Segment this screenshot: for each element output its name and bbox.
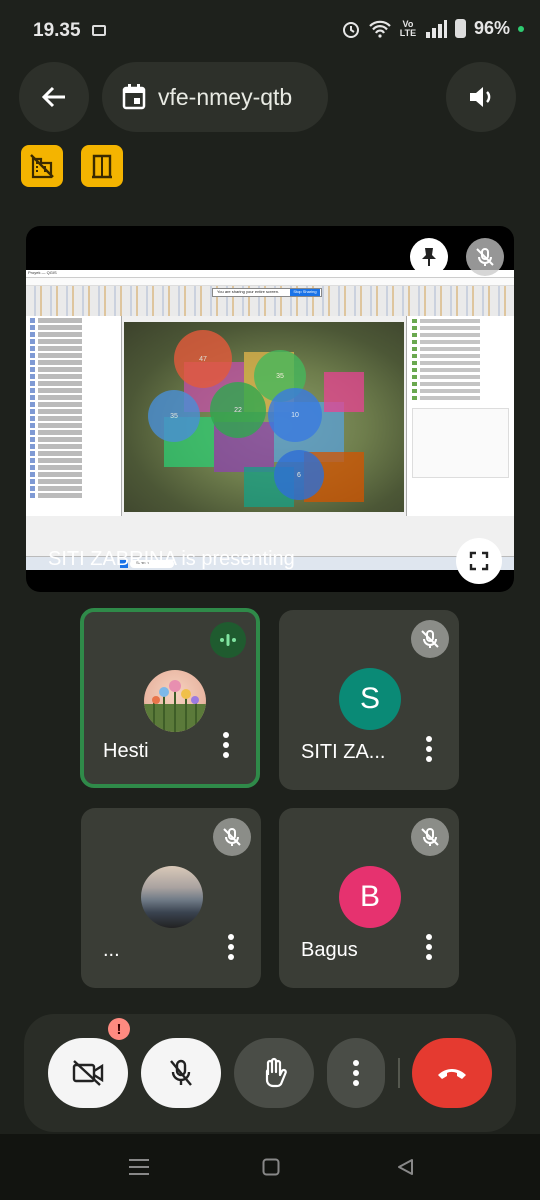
signal-icon [425, 19, 447, 38]
presenter-muted-indicator [466, 238, 504, 276]
mic-off-icon [421, 630, 439, 648]
avatar: B [339, 866, 401, 928]
pin-button[interactable] [410, 238, 448, 276]
map-label-1: 47 [199, 355, 207, 363]
mic-off-icon [170, 1059, 192, 1086]
participant-tile-3[interactable]: ... [81, 808, 261, 988]
back-button[interactable] [19, 62, 89, 132]
presenter-label: SITI ZABRINA is presenting [48, 548, 295, 570]
camera-toggle-button[interactable] [48, 1038, 128, 1108]
map-label-3: 22 [234, 406, 242, 414]
wifi-icon [369, 20, 391, 38]
battery-icon [454, 19, 466, 38]
avatar [144, 670, 206, 732]
map-label-6: 6 [297, 471, 301, 479]
raise-hand-button[interactable] [234, 1038, 314, 1108]
more-options-button[interactable] [222, 731, 230, 764]
system-back-button[interactable] [396, 1158, 414, 1181]
flower-avatar-image [144, 680, 206, 732]
pin-icon [422, 248, 436, 266]
end-call-button[interactable] [412, 1038, 492, 1108]
more-options-button[interactable] [425, 735, 433, 768]
mic-off-icon [223, 828, 241, 846]
more-options-button[interactable] [227, 933, 235, 966]
more-options-button[interactable] [425, 933, 433, 966]
building-off-icon [30, 154, 54, 179]
map-label-4: 35 [170, 412, 178, 420]
map-label-5: 10 [291, 411, 299, 419]
more-vert-icon [426, 736, 432, 762]
participant-name: Hesti [103, 740, 149, 762]
avatar [141, 866, 203, 928]
camera-alert-badge: ! [108, 1018, 130, 1040]
meeting-code: vfe-nmey-qtb [158, 83, 293, 110]
qgis-processing-toolbox [406, 316, 514, 516]
alarm-icon [342, 21, 359, 38]
more-vert-icon [223, 732, 229, 758]
speaker-icon [470, 87, 491, 107]
audio-output-button[interactable] [446, 62, 516, 132]
audio-level-icon [220, 634, 236, 646]
mic-off-icon [476, 248, 494, 266]
muted-indicator [411, 818, 449, 856]
presentation-tile[interactable]: Proyek — QGIS You are sharing your entir… [26, 226, 514, 592]
recent-apps-button[interactable] [128, 1158, 150, 1181]
meeting-top-bar: vfe-nmey-qtb [0, 62, 540, 132]
more-vert-icon [353, 1060, 359, 1086]
shared-screen: Proyek — QGIS You are sharing your entir… [26, 270, 514, 570]
home-icon [262, 1158, 280, 1176]
back-triangle-icon [398, 1159, 413, 1175]
hang-up-icon [438, 1069, 466, 1079]
call-controls: ! [24, 1014, 516, 1132]
no-companion-mode-button[interactable] [21, 145, 63, 187]
map-label-2: 35 [276, 372, 284, 380]
mic-toggle-button[interactable] [141, 1038, 221, 1108]
controls-divider [398, 1058, 400, 1088]
more-vert-icon [228, 934, 234, 960]
participant-tile-2[interactable]: S SITI ZA... [279, 610, 459, 790]
participant-tile-1[interactable]: Hesti [80, 608, 260, 788]
room-status-button[interactable] [81, 145, 123, 187]
avatar: S [339, 668, 401, 730]
status-bar: 19.35 Vo LTE 96% [0, 0, 540, 60]
qgis-map-canvas: 47 35 22 35 10 6 [124, 322, 404, 512]
door-icon [92, 154, 112, 179]
screen-cast-icon [92, 25, 106, 36]
calendar-icon [122, 84, 146, 110]
status-icons: Vo LTE 96% [341, 18, 524, 39]
participant-name: ... [103, 939, 120, 961]
arrow-left-icon [41, 86, 65, 108]
speaking-indicator [210, 622, 246, 658]
status-time: 19.35 [33, 20, 81, 41]
recents-icon [129, 1159, 149, 1175]
system-nav-bar [0, 1134, 540, 1200]
muted-indicator [213, 818, 251, 856]
more-vert-icon [426, 934, 432, 960]
camera-off-icon [72, 1060, 104, 1086]
muted-indicator [411, 620, 449, 658]
privacy-indicator [518, 25, 524, 32]
hand-icon [265, 1057, 287, 1088]
participant-name: SITI ZA... [301, 741, 386, 763]
participant-tile-4[interactable]: B Bagus [279, 808, 459, 988]
more-actions-button[interactable] [327, 1038, 385, 1108]
fullscreen-button[interactable] [456, 538, 502, 584]
qgis-layers-panel [26, 316, 122, 516]
home-button[interactable] [262, 1158, 280, 1181]
mic-off-icon [421, 828, 439, 846]
battery-percent: 96% [473, 18, 510, 38]
volte-label: Vo LTE [399, 18, 417, 38]
fullscreen-icon [469, 551, 489, 571]
qgis-menu-bar [26, 278, 514, 286]
meeting-info-button[interactable]: vfe-nmey-qtb [102, 62, 328, 132]
stop-sharing-button: Stop Sharing [290, 289, 320, 296]
participant-name: Bagus [301, 939, 358, 961]
